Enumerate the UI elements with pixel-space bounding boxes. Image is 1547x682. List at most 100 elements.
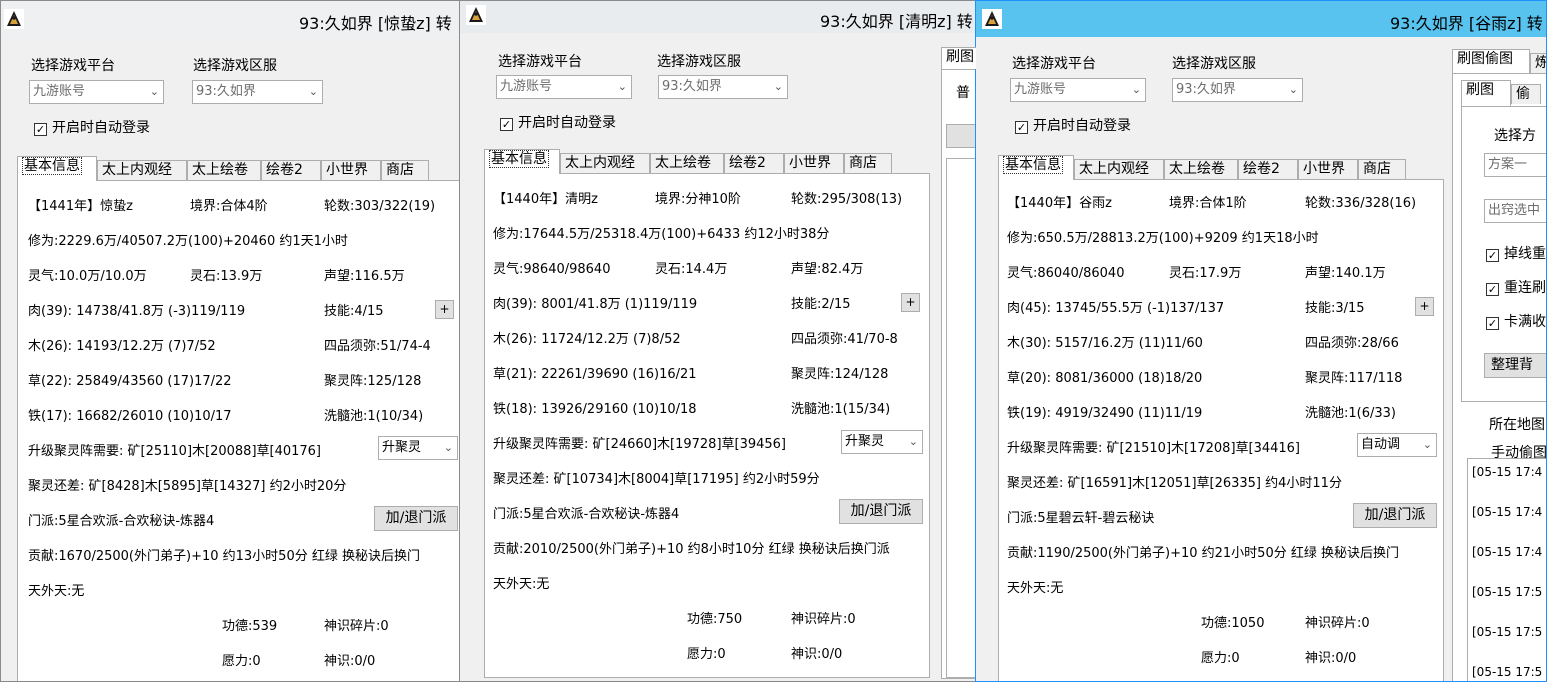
- app-icon: [982, 9, 1002, 29]
- tab-shop[interactable]: 商店: [844, 153, 892, 173]
- sect-info: 门派:5星合欢派-合欢秘诀-炼器4: [493, 507, 680, 522]
- checkmark-icon: ✓: [34, 123, 47, 136]
- cultivation: 修为:2229.6万/40507.2万(100)+20460 约1天1小时: [28, 234, 348, 249]
- tab-shop[interactable]: 商店: [381, 160, 429, 180]
- log-line: [05-15 17:4: [1472, 505, 1543, 519]
- plan-select[interactable]: 方案一: [1484, 153, 1546, 177]
- fame: 声望:140.1万: [1305, 266, 1386, 281]
- merit: 功德:1050: [1201, 616, 1265, 631]
- info-panel: 【1440年】清明z 境界:分神10阶 轮数:295/308(13) 修为:17…: [484, 173, 930, 678]
- title-bar[interactable]: 93:久如界 [清明z] 转: [460, 1, 976, 37]
- platform-label: 选择游戏平台: [1012, 56, 1096, 72]
- tab-small-world[interactable]: 小世界: [321, 160, 381, 180]
- chevron-down-icon: ⌄: [908, 435, 918, 448]
- side-panel-list: [946, 158, 976, 678]
- tab-basic-info[interactable]: 基本信息: [484, 149, 560, 174]
- tab-huijuan2[interactable]: 绘卷2: [1238, 159, 1298, 179]
- add-skill-button[interactable]: +: [901, 293, 920, 312]
- reconnect-checkbox[interactable]: ✓ 掉线重: [1486, 243, 1546, 263]
- upgrade-requirement: 升级聚灵阵需要: 矿[25110]木[20088]草[40176]: [28, 444, 322, 459]
- tab-shop[interactable]: 商店: [1358, 159, 1406, 179]
- tab-tou-inner[interactable]: 偷: [1511, 84, 1541, 104]
- log-line: [05-15 17:5: [1472, 665, 1543, 679]
- flesh-resource: 肉(45): 13745/55.5万 (-1)137/137: [1007, 301, 1225, 316]
- refresh-checkbox[interactable]: ✓ 重连刷: [1486, 277, 1546, 297]
- tab-neiguan[interactable]: 太上内观经: [97, 160, 187, 180]
- cultivation: 修为:17644.5万/25318.4万(100)+6433 约12小时38分: [493, 227, 830, 242]
- tab-neiguan[interactable]: 太上内观经: [1074, 159, 1164, 179]
- tab-neiguan[interactable]: 太上内观经: [560, 153, 650, 173]
- contribution: 贡献:1670/2500(外门弟子)+10 约13小时50分 红绿 换秘诀后换门: [28, 549, 420, 564]
- sumeru: 四品须弥:28/66: [1305, 336, 1399, 351]
- rounds: 轮数:295/308(13): [791, 192, 903, 207]
- spirit-array: 聚灵阵:125/128: [324, 374, 422, 389]
- right-inner-panel: 选择方 方案一 出窍选中 ✓ 掉线重 ✓ 重连刷 ✓ 卡满收 整理背: [1461, 106, 1546, 402]
- chevron-down-icon: ⌄: [1288, 83, 1298, 96]
- tab-lian[interactable]: 炼: [1530, 53, 1546, 73]
- tab-shuatu[interactable]: 刷图: [941, 47, 976, 69]
- autologin-checkbox[interactable]: ✓ 开启时自动登录: [1015, 115, 1131, 135]
- tab-basic-info[interactable]: 基本信息: [998, 155, 1074, 180]
- spirit-stone: 灵石:14.4万: [655, 262, 728, 277]
- tab-basic-info[interactable]: 基本信息: [17, 156, 97, 181]
- add-skill-button[interactable]: +: [1415, 297, 1434, 316]
- upgrade-select[interactable]: 升聚灵 ⌄: [841, 430, 923, 454]
- cultivation: 修为:650.5万/28813.2万(100)+9209 约1天18小时: [1007, 231, 1319, 246]
- chevron-down-icon: ⌄: [1131, 83, 1141, 96]
- tab-small-world[interactable]: 小世界: [784, 153, 844, 173]
- divine-sense: 神识:0/0: [1305, 651, 1357, 666]
- will-power: 愿力:0: [1201, 651, 1240, 666]
- checkmark-icon: ✓: [500, 118, 513, 131]
- platform-select[interactable]: 九游账号 ⌄: [1010, 78, 1146, 102]
- game-window-2: 93:久如界 [清明z] 转 选择游戏平台 选择游戏区服 九游账号 ⌄ 93:久如…: [459, 0, 977, 682]
- sky-beyond: 天外天:无: [28, 584, 85, 599]
- game-window-1: 93:久如界 [惊蛰z] 转 选择游戏平台 选择游戏区服 九游账号 ⌄ 93:久如…: [0, 0, 460, 682]
- title-bar[interactable]: 93:久如界 [谷雨z] 转: [976, 1, 1546, 37]
- autologin-checkbox[interactable]: ✓ 开启时自动登录: [34, 117, 150, 137]
- tab-shuatu-inner[interactable]: 刷图: [1461, 80, 1511, 106]
- tab-small-world[interactable]: 小世界: [1298, 159, 1358, 179]
- sky-beyond: 天外天:无: [1007, 581, 1064, 596]
- card-full-checkbox[interactable]: ✓ 卡满收: [1486, 311, 1546, 331]
- checkmark-icon: ✓: [1486, 249, 1499, 262]
- window-client: 选择游戏平台 选择游戏区服 九游账号 ⌄ 93:久如界 ⌄ ✓ 开启时自动登录 基本信…: [460, 33, 976, 681]
- app-icon: [466, 5, 486, 25]
- spirit-array: 聚灵阵:117/118: [1305, 371, 1403, 386]
- autologin-checkbox[interactable]: ✓ 开启时自动登录: [500, 112, 616, 132]
- platform-select[interactable]: 九游账号 ⌄: [496, 75, 632, 99]
- tab-shuatu-toutu[interactable]: 刷图偷图: [1452, 49, 1530, 73]
- tab-huijuan[interactable]: 太上绘卷: [1164, 159, 1238, 179]
- server-select[interactable]: 93:久如界 ⌄: [192, 80, 323, 104]
- chevron-down-icon: ⌄: [773, 80, 783, 93]
- qi: 灵气:86040/86040: [1007, 266, 1125, 281]
- character-name: 【1440年】谷雨z: [1007, 196, 1112, 211]
- tab-huijuan[interactable]: 太上绘卷: [650, 153, 724, 173]
- tidy-bag-button[interactable]: 整理背: [1484, 353, 1546, 378]
- join-leave-sect-button[interactable]: 加/退门派: [1353, 503, 1437, 528]
- platform-select[interactable]: 九游账号 ⌄: [29, 80, 164, 104]
- log-list[interactable]: [05-15 17:4 [05-15 17:4 [05-15 17:4 [05-…: [1467, 458, 1546, 681]
- grass-resource: 草(22): 25849/43560 (17)17/22: [28, 374, 232, 389]
- rounds: 轮数:303/322(19): [324, 199, 436, 214]
- title-bar[interactable]: 93:久如界 [惊蛰z] 转: [1, 1, 459, 37]
- window-title: 93:久如界 [谷雨z] 转: [1390, 14, 1543, 33]
- server-select[interactable]: 93:久如界 ⌄: [658, 75, 788, 99]
- server-select[interactable]: 93:久如界 ⌄: [1172, 78, 1303, 102]
- merit: 功德:750: [687, 612, 743, 627]
- upgrade-select[interactable]: 自动调 ⌄: [1357, 433, 1437, 457]
- realm: 境界:合体1阶: [1169, 196, 1247, 211]
- iron-resource: 铁(17): 16682/26010 (10)10/17: [28, 409, 232, 424]
- sumeru: 四品须弥:51/74-4: [324, 339, 431, 354]
- wood-resource: 木(30): 5157/16.2万 (11)11/60: [1007, 336, 1203, 351]
- chest-select[interactable]: 出窍选中: [1484, 199, 1546, 223]
- upgrade-requirement: 升级聚灵阵需要: 矿[21510]木[17208]草[34416]: [1007, 441, 1301, 456]
- tab-huijuan[interactable]: 太上绘卷: [187, 160, 261, 180]
- upgrade-select[interactable]: 升聚灵 ⌄: [378, 436, 458, 460]
- chevron-down-icon: ⌄: [443, 441, 453, 454]
- tab-huijuan2[interactable]: 绘卷2: [724, 153, 784, 173]
- add-skill-button[interactable]: +: [435, 300, 454, 319]
- join-leave-sect-button[interactable]: 加/退门派: [374, 506, 458, 531]
- join-leave-sect-button[interactable]: 加/退门派: [839, 499, 923, 524]
- tab-huijuan2[interactable]: 绘卷2: [261, 160, 321, 180]
- sense-shard: 神识碎片:0: [791, 612, 856, 627]
